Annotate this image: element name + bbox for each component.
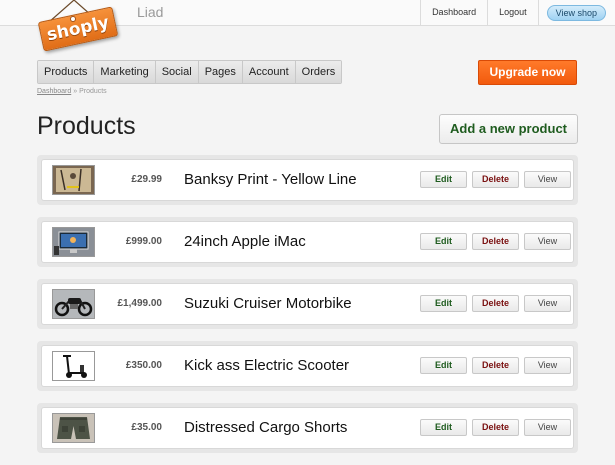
logout-link[interactable]: Logout [487,0,538,26]
product-thumbnail[interactable] [52,289,95,319]
product-row: £29.99 Banksy Print - Yellow Line Edit D… [37,155,578,205]
product-row: £350.00 Kick ass Electric Scooter Edit D… [37,341,578,391]
edit-button[interactable]: Edit [420,295,467,312]
edit-button[interactable]: Edit [420,357,467,374]
product-price: £1,499.00 [117,298,163,309]
shorts-thumbnail-icon [53,414,94,442]
top-nav: Dashboard Logout View shop [420,0,615,26]
imac-thumbnail-icon [53,228,94,256]
motorbike-thumbnail-icon [53,290,94,318]
breadcrumb: Dashboard » Products [37,88,107,95]
view-button[interactable]: View [524,419,571,436]
product-row-inner: £1,499.00 Suzuki Cruiser Motorbike Edit … [41,283,574,325]
view-button[interactable]: View [524,357,571,374]
product-price: £999.00 [125,236,162,247]
product-row-inner: £35.00 Distressed Cargo Shorts Edit Dele… [41,407,574,449]
delete-button[interactable]: Delete [472,419,519,436]
product-name[interactable]: Kick ass Electric Scooter [184,357,349,374]
product-name[interactable]: 24inch Apple iMac [184,233,306,250]
edit-button[interactable]: Edit [420,419,467,436]
shoply-logo[interactable]: shoply [34,0,124,52]
print-thumbnail-icon [53,166,94,194]
view-button[interactable]: View [524,233,571,250]
tab-account[interactable]: Account [242,61,296,83]
logo-hole-icon [70,16,76,22]
product-row: £999.00 24inch Apple iMac Edit Delete Vi… [37,217,578,267]
tab-social[interactable]: Social [155,61,199,83]
tab-products[interactable]: Products [38,61,95,83]
view-button[interactable]: View [524,295,571,312]
tab-orders[interactable]: Orders [295,61,342,83]
upgrade-now-button[interactable]: Upgrade now [478,60,577,85]
product-row-inner: £999.00 24inch Apple iMac Edit Delete Vi… [41,221,574,263]
product-row-inner: £350.00 Kick ass Electric Scooter Edit D… [41,345,574,387]
view-shop-button[interactable]: View shop [546,5,606,21]
product-thumbnail[interactable] [52,227,95,257]
delete-button[interactable]: Delete [472,233,519,250]
product-list: £29.99 Banksy Print - Yellow Line Edit D… [37,155,578,465]
tab-marketing[interactable]: Marketing [94,61,156,83]
add-new-product-button[interactable]: Add a new product [439,114,578,144]
view-shop-container: View shop [537,0,615,26]
delete-button[interactable]: Delete [472,357,519,374]
edit-button[interactable]: Edit [420,233,467,250]
page-title: Products [37,112,136,140]
tab-pages[interactable]: Pages [198,61,243,83]
product-price: £35.00 [131,422,162,433]
product-thumbnail[interactable] [52,413,95,443]
product-price: £29.99 [131,174,162,185]
dashboard-link[interactable]: Dashboard [420,0,487,26]
delete-button[interactable]: Delete [472,171,519,188]
breadcrumb-current: Products [79,88,107,95]
product-thumbnail[interactable] [52,351,95,381]
product-row-inner: £29.99 Banksy Print - Yellow Line Edit D… [41,159,574,201]
breadcrumb-separator: » [73,88,78,95]
edit-button[interactable]: Edit [420,171,467,188]
delete-button[interactable]: Delete [472,295,519,312]
product-row: £1,499.00 Suzuki Cruiser Motorbike Edit … [37,279,578,329]
scooter-thumbnail-icon [53,352,94,380]
product-thumbnail[interactable] [52,165,95,195]
main-nav: Products Marketing Social Pages Account … [37,60,343,84]
product-name[interactable]: Distressed Cargo Shorts [184,419,347,436]
product-name[interactable]: Suzuki Cruiser Motorbike [184,295,352,312]
product-price: £350.00 [125,360,162,371]
username-label: Liad [137,4,164,20]
view-button[interactable]: View [524,171,571,188]
product-name[interactable]: Banksy Print - Yellow Line [184,171,357,188]
breadcrumb-dashboard-link[interactable]: Dashboard [37,88,71,95]
product-row: £35.00 Distressed Cargo Shorts Edit Dele… [37,403,578,453]
